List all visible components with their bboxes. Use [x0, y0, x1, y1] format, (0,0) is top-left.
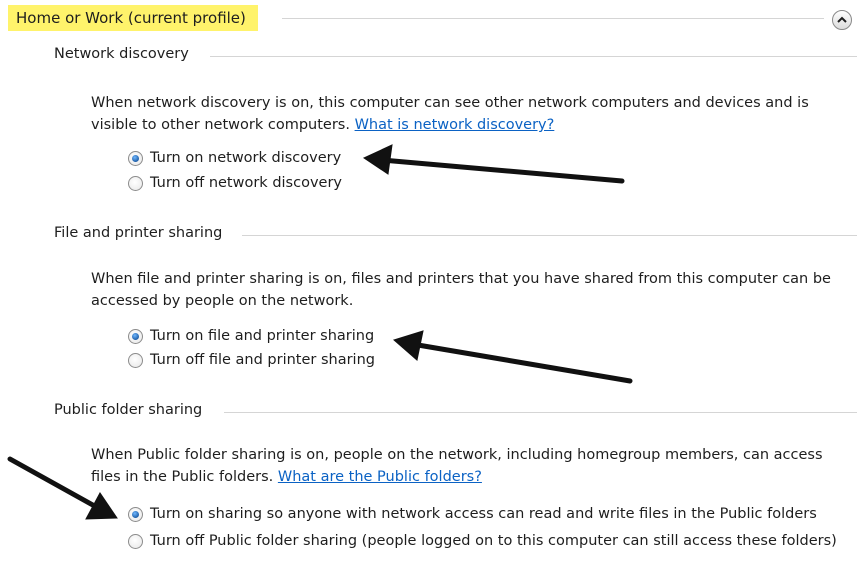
arrow-annotation-icon [362, 144, 625, 184]
arrow-annotation-icon [392, 330, 633, 384]
arrow-annotation-icon [7, 456, 118, 520]
annotation-arrows [7, 144, 633, 520]
